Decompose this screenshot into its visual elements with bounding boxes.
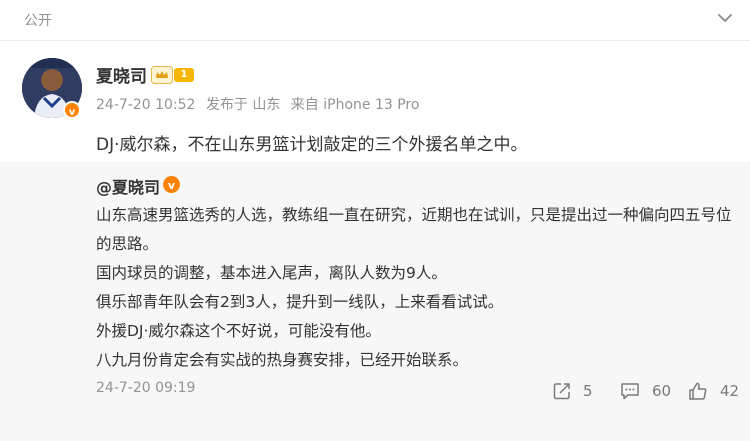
svg-text:v: v	[69, 107, 76, 118]
original-line: 国内球员的调整，基本进入尾声，离队人数为9人。	[96, 264, 447, 282]
post-time[interactable]: 24-7-20 10:52	[96, 97, 195, 113]
original-line: 八九月份肯定会有实战的热身赛安排，已经开始联系。	[96, 351, 469, 369]
svg-text:v: v	[168, 179, 176, 192]
original-post-time[interactable]: 24-7-20 09:19	[96, 380, 195, 396]
comment-icon	[621, 383, 639, 400]
chevron-down-icon[interactable]	[717, 12, 733, 24]
post-text: DJ·威尔森，不在山东男篮计划敲定的三个外援名单之中。	[96, 135, 528, 155]
comment-count: 60	[652, 382, 672, 400]
original-author[interactable]: @夏晓司	[96, 174, 160, 198]
like-button[interactable]: 42	[688, 379, 739, 403]
like-count: 42	[720, 382, 740, 400]
comment-button[interactable]: 60	[620, 379, 671, 403]
visibility-label: 公开	[24, 13, 52, 29]
verified-badge-icon: v	[163, 176, 180, 193]
top-bar: 公开	[0, 0, 750, 41]
thumbs-up-icon	[689, 382, 707, 400]
original-line: 外援DJ·威尔森这个不好说，可能没有他。	[96, 322, 381, 340]
post-source: 来自 iPhone 13 Pro	[290, 97, 420, 113]
user-level-badge: 1	[174, 68, 194, 82]
share-icon	[553, 383, 570, 400]
repost-button[interactable]: 5	[553, 379, 593, 403]
avatar[interactable]: v	[22, 58, 82, 119]
repost-count: 5	[583, 382, 593, 400]
post-meta: 24-7-20 10:52 发布于 山东 来自 iPhone 13 Pro	[96, 94, 425, 114]
original-line: 俱乐部青年队会有2到3人，提升到一线队，上来看看试试。	[96, 293, 504, 311]
verified-badge-icon: v	[63, 101, 81, 119]
author-name[interactable]: 夏晓司	[96, 62, 147, 87]
crown-icon	[151, 66, 173, 84]
post-location: 发布于 山东	[205, 97, 281, 113]
original-line: 山东高速男篮选秀的人选，教练组一直在研究，近期也在试训，只是提出过一种偏向四五号…	[96, 206, 732, 253]
original-post-text: 山东高速男篮选秀的人选，教练组一直在研究，近期也在试训，只是提出过一种偏向四五号…	[96, 201, 736, 375]
